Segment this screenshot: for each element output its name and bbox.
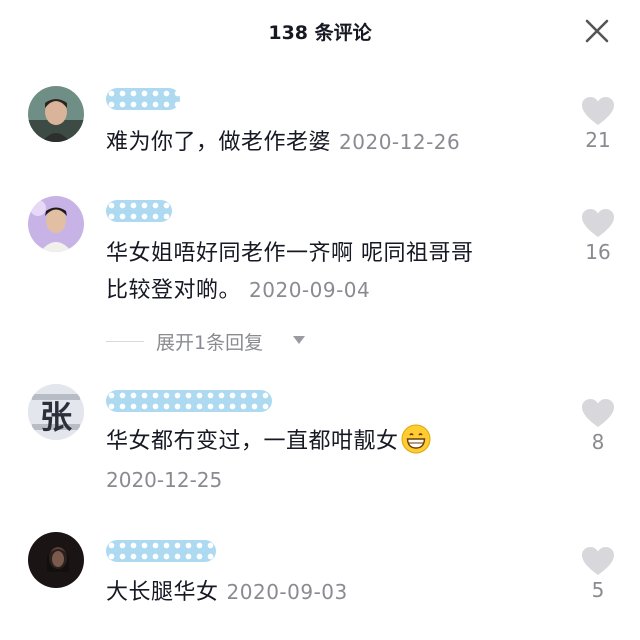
avatar[interactable]	[28, 532, 84, 588]
like-count: 16	[585, 240, 611, 264]
divider	[106, 341, 144, 342]
username[interactable]	[106, 88, 180, 110]
username[interactable]	[106, 540, 216, 562]
like-count: 21	[585, 128, 611, 152]
like-button[interactable]: 5	[576, 546, 620, 602]
heart-icon	[582, 547, 614, 575]
comment-date: 2020-09-04	[249, 278, 371, 302]
comment-count-title: 138 条评论	[268, 22, 372, 44]
caret-down-icon	[293, 336, 305, 344]
comment-text: 大长腿华女 2020-09-03	[106, 580, 348, 605]
grinning-face-emoji-icon	[401, 424, 431, 454]
comment-text: 难为你了，做老作老婆 2020-12-26	[106, 130, 461, 155]
heart-icon	[582, 399, 614, 427]
like-count: 5	[591, 578, 605, 602]
close-icon	[585, 19, 609, 43]
avatar-character: 张	[39, 398, 72, 436]
avatar[interactable]	[28, 86, 84, 142]
like-button[interactable]: 8	[576, 398, 620, 454]
close-button[interactable]	[580, 14, 614, 48]
like-button[interactable]: 16	[576, 208, 620, 264]
avatar[interactable]	[28, 196, 84, 252]
comment-text: 华女都冇变过，一直都咁靓女	[106, 424, 431, 460]
avatar[interactable]: 张	[28, 384, 84, 440]
username[interactable]	[106, 390, 272, 412]
heart-icon	[582, 97, 614, 125]
expand-replies-label: 展开1条回复	[156, 332, 264, 354]
like-button[interactable]: 21	[576, 96, 620, 152]
comment-date: 2020-09-03	[226, 580, 348, 604]
like-count: 8	[591, 430, 605, 454]
comment-date: 2020-12-26	[339, 130, 461, 154]
username[interactable]	[106, 200, 172, 222]
comments-header: 138 条评论	[0, 0, 640, 64]
comment-date: 2020-12-25	[106, 468, 223, 492]
heart-icon	[582, 209, 614, 237]
comment-text: 华女姐唔好同老作一齐啊 呢同祖哥哥 比较登对啲。 2020-09-04	[106, 241, 474, 303]
